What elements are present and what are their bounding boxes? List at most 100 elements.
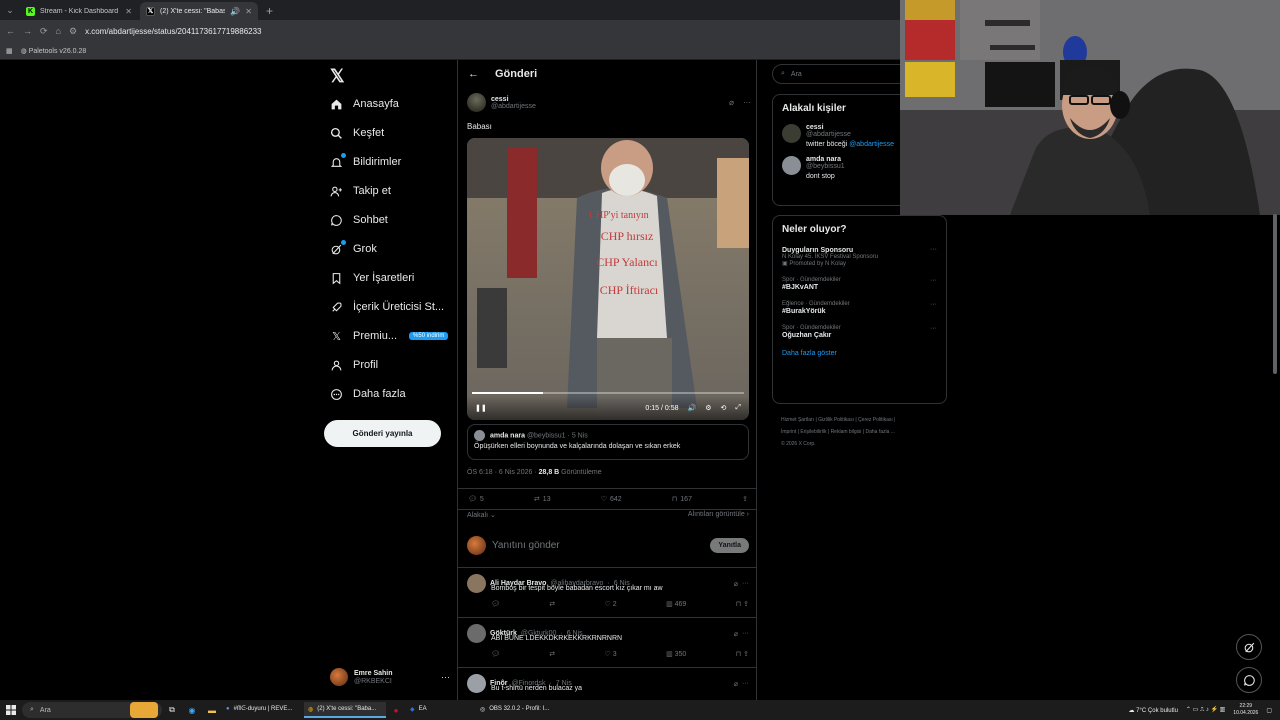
grok-floating-button[interactable]	[1236, 634, 1262, 660]
video-progress-bar[interactable]	[472, 392, 744, 394]
nav-explore[interactable]: Keşfet	[330, 122, 384, 144]
home-icon[interactable]: ⌂	[56, 26, 61, 36]
repost-icon[interactable]: ⇄	[549, 600, 555, 608]
like-action[interactable]: ♡ 3	[605, 650, 617, 658]
x-logo-icon[interactable]: 𝕏	[330, 66, 345, 87]
trend-item[interactable]: Duyguların Sponsoru N Kolay 45. İKSV Fes…	[773, 241, 946, 272]
pause-icon[interactable]: ❚❚	[475, 404, 487, 412]
trend-item[interactable]: Eğlence · Gündemdekiler #BurakYörük ···	[773, 296, 946, 320]
app-red-icon[interactable]: ●	[386, 706, 406, 715]
bookmark-action[interactable]: ⊓ 167	[672, 495, 692, 504]
notifications-icon[interactable]: ▢	[1266, 707, 1272, 714]
view-quotes-link[interactable]: Alıntıları görüntüle ›	[688, 511, 749, 519]
close-icon[interactable]: ✕	[125, 7, 132, 16]
video-player[interactable]: CHP'yi tanıyın CHP hırsız CHP Yalancı CH…	[467, 138, 749, 420]
more-icon[interactable]: ···	[930, 301, 937, 308]
more-icon[interactable]: ···	[441, 672, 450, 682]
footer-link[interactable]: Reklam bilgisi	[831, 429, 862, 435]
reply-action[interactable]: 💬︎ 5	[468, 495, 484, 504]
volume-icon[interactable]: 🔊	[688, 404, 697, 412]
taskbar-app-obs[interactable]: ◎ OBS 32.0.2 - Profil: I...	[476, 702, 558, 718]
reply-post[interactable]: Ali Haydar Bravo @alihaydarbravo · 6 Nis…	[458, 567, 756, 614]
nav-creator-studio[interactable]: İçerik Üreticisi St...	[330, 296, 444, 318]
tab-x-post[interactable]: 𝕏 (2) X'te cessi: "Babası https:... 🔊 ✕	[140, 2, 258, 20]
more-icon[interactable]: ···	[742, 680, 749, 687]
new-tab-button[interactable]: +	[260, 2, 279, 20]
clock[interactable]: 22:29 10.04.2026	[1233, 703, 1258, 717]
footer-link[interactable]: Erişilebilirlik	[800, 429, 826, 435]
footer-link[interactable]: İmprint	[781, 429, 796, 435]
trend-item[interactable]: Spor · Gündemdekiler #BJKvANT ···	[773, 272, 946, 296]
taskbar-app-discord[interactable]: ● #ᗰᕮ-duyuru | REVE...	[222, 702, 304, 718]
repost-icon[interactable]: ⇄	[549, 650, 555, 658]
footer-link[interactable]: Daha fazla ...	[865, 429, 894, 435]
edge-icon[interactable]: ◉	[182, 706, 202, 715]
more-icon[interactable]: ···	[930, 325, 937, 332]
more-icon[interactable]: ···	[930, 246, 937, 253]
author-handle[interactable]: @abdartijesse	[491, 103, 536, 110]
back-arrow-icon[interactable]: ←	[468, 68, 479, 80]
messages-floating-button[interactable]	[1236, 667, 1262, 693]
file-explorer-icon[interactable]: ▬	[202, 706, 222, 715]
show-more-link[interactable]: Daha fazla göster	[773, 344, 946, 367]
fullscreen-icon[interactable]: ⤢	[735, 404, 741, 412]
quoted-post[interactable]: amda nara @beybissu1 · 5 Nis Öpüşürken e…	[467, 424, 749, 460]
bio-link[interactable]: @abdartijesse	[849, 141, 894, 148]
footer-link[interactable]: Gizlilik Politikası	[818, 417, 854, 423]
reply-post[interactable]: Göktürk @Gkturk00 · 6 Nis ⌀ ··· ABİ BUNE…	[458, 617, 756, 664]
forward-icon[interactable]: →	[23, 26, 32, 36]
bookmark-paletools[interactable]: ◍ Paletools v26.0.28	[21, 47, 87, 55]
account-switcher[interactable]: Emre Sahin @RKBEKCI ···	[330, 665, 450, 689]
more-icon[interactable]: ···	[930, 277, 937, 284]
nav-bookmarks[interactable]: Yer İşaretleri	[330, 267, 414, 289]
reply-icon[interactable]: 💬︎	[491, 600, 500, 608]
taskbar-search[interactable]: ⌕ Ara	[22, 702, 162, 718]
more-icon[interactable]: ···	[742, 580, 749, 587]
author-name[interactable]: cessi	[491, 96, 536, 103]
page-scrollbar[interactable]	[1273, 214, 1277, 374]
nav-notifications[interactable]: Bildirimler	[330, 151, 401, 173]
weather-widget[interactable]: ☁ 7°C Çok bulutlu	[1128, 707, 1177, 714]
nav-home[interactable]: Anasayfa	[330, 93, 399, 115]
reply-post[interactable]: Finôr @Finordsk · 7 Nis ⌀ ··· Bu t-shirt…	[458, 667, 756, 698]
tray-icons[interactable]: ⌃ ▭ ⎍ ♪ ⚡ ▥	[1186, 706, 1225, 714]
more-icon[interactable]: ···	[742, 630, 749, 637]
url-field[interactable]: x.com/abdartijesse/status/20411736177198…	[85, 27, 261, 36]
footer-link[interactable]: Hizmet Şartları	[781, 417, 814, 423]
site-info-icon[interactable]: ⚙	[69, 26, 77, 37]
nav-profile[interactable]: Profil	[330, 354, 378, 376]
close-icon[interactable]: ✕	[245, 7, 252, 16]
reply-icon[interactable]: 💬︎	[491, 650, 500, 658]
post-button[interactable]: Gönderi yayınla	[324, 420, 441, 447]
grok-icon[interactable]: ⌀	[734, 580, 738, 588]
sort-dropdown[interactable]: Alakalı ⌄	[467, 511, 496, 519]
back-icon[interactable]: ←	[6, 26, 15, 36]
nav-more[interactable]: Daha fazla	[330, 383, 406, 405]
settings-icon[interactable]: ⚙	[705, 404, 711, 412]
nav-follow[interactable]: Takip et	[330, 180, 391, 202]
windows-start-button[interactable]	[0, 705, 22, 715]
bookmark-share-icons[interactable]: ⊓ ⇪	[736, 650, 749, 658]
grok-icon[interactable]: ⌀	[734, 630, 738, 638]
footer-link[interactable]: Çerez Politikası	[858, 417, 893, 423]
speaker-icon[interactable]: 🔊	[230, 7, 240, 16]
nav-premium[interactable]: 𝕏 Premiu... %50 indirim	[330, 325, 449, 347]
grok-icon[interactable]: ⌀	[729, 98, 734, 107]
loop-icon[interactable]: ⟲	[721, 404, 727, 412]
reload-icon[interactable]: ⟳	[40, 26, 48, 37]
more-icon[interactable]: ···	[743, 98, 751, 107]
trend-item[interactable]: Spor · Gündemdekiler Oğuzhan Çakır ···	[773, 320, 946, 344]
grok-icon[interactable]: ⌀	[734, 680, 738, 688]
nav-chat[interactable]: Sohbet	[330, 209, 388, 231]
views-action[interactable]: ▥ 350	[666, 650, 686, 658]
avatar[interactable]	[467, 93, 486, 112]
tab-search-icon[interactable]: ⌄	[0, 0, 20, 20]
reply-input[interactable]: Yanıtını gönder	[492, 540, 560, 551]
bookmark-share-icons[interactable]: ⊓ ⇪	[736, 600, 749, 608]
nav-grok[interactable]: Grok	[330, 238, 377, 260]
tab-kick-dashboard[interactable]: K Stream - Kick Dashboard ✕	[20, 2, 138, 20]
repost-action[interactable]: ⇄ 13	[534, 495, 551, 504]
taskbar-app-chrome[interactable]: ◍ (2) X'te cessi: "Baba...	[304, 702, 386, 718]
taskbar-app-ea[interactable]: ◆ EA	[406, 702, 476, 718]
task-view-icon[interactable]: ⧉	[162, 705, 182, 715]
